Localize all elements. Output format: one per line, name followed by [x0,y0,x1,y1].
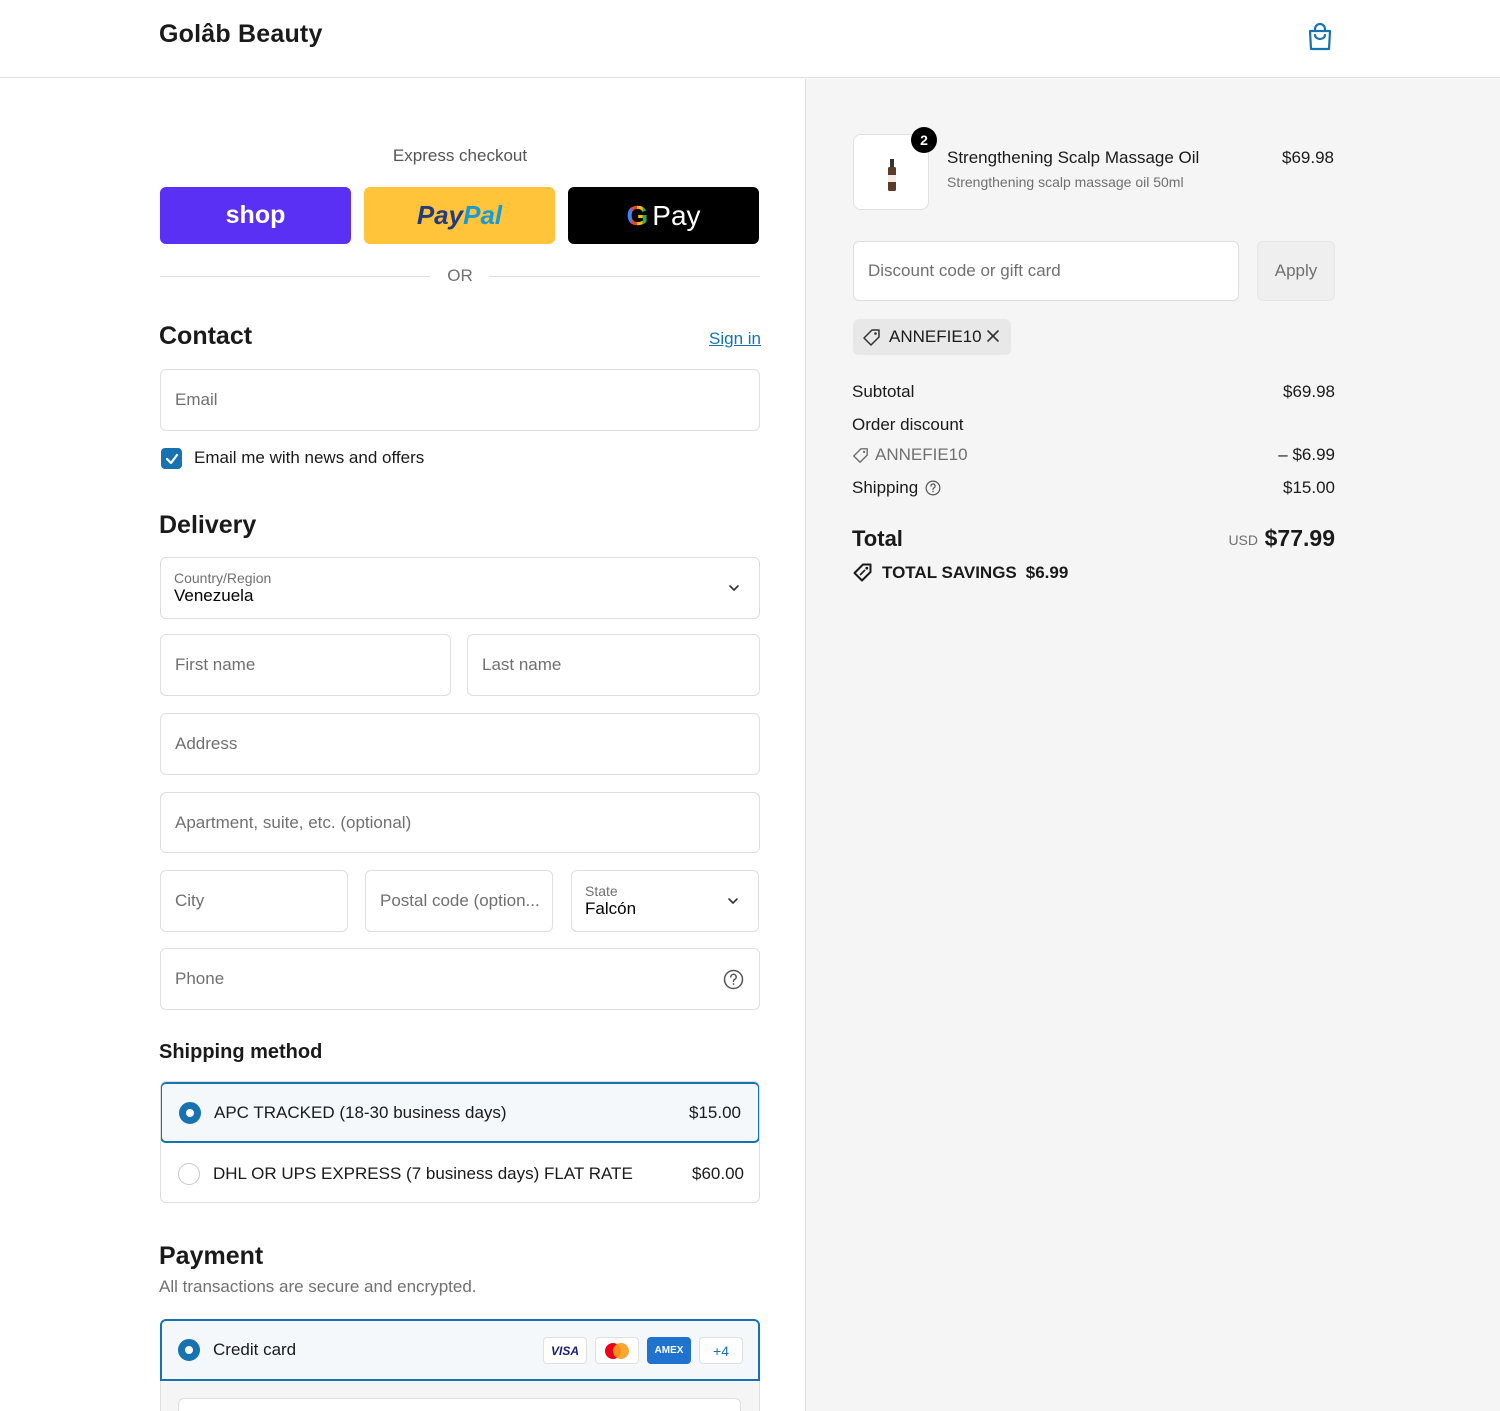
shipping-option-apc[interactable]: APC TRACKED (18-30 business days) $15.00 [161,1082,759,1143]
paypal-logo-part2: Pal [463,200,503,230]
savings-amount: $6.99 [1025,562,1069,582]
radio-unselected[interactable] [178,1162,200,1185]
contact-heading: Contact [159,322,253,350]
shipping-method-heading: Shipping method [159,1041,323,1063]
applied-code: ANNEFIE10 [889,327,982,346]
total-currency: USD [1228,532,1258,548]
brand-logo[interactable]: Golâb Beauty [159,20,323,49]
quantity-badge: 2 [911,127,937,153]
shop-pay-label: shop [225,201,286,229]
card-number-field[interactable] [178,1398,741,1411]
chevron-down-icon [729,585,739,592]
or-divider-left [160,276,430,277]
postal-code-field[interactable]: Postal code (option... [365,870,553,932]
chevron-down-icon [728,898,738,905]
state-value: Falcón [585,899,637,918]
apply-button[interactable]: Apply [1257,241,1335,301]
help-circle-icon[interactable] [925,480,941,496]
amex-icon: AMEX [647,1337,691,1364]
address-placeholder: Address [175,734,238,753]
newsletter-label: Email me with news and offers [194,448,425,467]
first-name-field[interactable]: First name [160,634,451,696]
discount-code-input[interactable]: Discount code or gift card [853,241,1239,301]
state-select[interactable]: State Falcón [571,870,759,932]
subtotal-label: Subtotal [852,382,915,401]
applied-discount-chip: ANNEFIE10 [853,319,1011,355]
phone-field[interactable]: Phone [160,948,760,1010]
shipping-option-price: $60.00 [692,1163,744,1183]
shipping-option-label: DHL OR UPS EXPRESS (7 business days) FLA… [213,1163,633,1183]
newsletter-checkbox[interactable] [161,448,182,469]
help-circle-icon[interactable] [723,969,744,990]
shopping-bag-icon[interactable] [1306,22,1334,52]
tag-icon [863,328,880,346]
tag-icon [853,447,868,463]
total-label: Total [852,526,903,551]
google-g-icon: G [626,199,649,231]
credit-card-option[interactable]: Credit card VISA AMEX +4 [160,1319,760,1381]
radio-selected[interactable] [178,1339,200,1361]
country-select[interactable]: Country/Region Venezuela [160,557,760,619]
phone-placeholder: Phone [175,969,225,988]
mastercard-icon [595,1337,639,1364]
country-label: Country/Region [174,570,272,586]
postal-code-placeholder: Postal code (option... [380,891,540,910]
radio-selected[interactable] [179,1101,201,1124]
shipping-label: Shipping [852,478,919,497]
credit-card-label: Credit card [213,1340,297,1359]
address-field[interactable]: Address [160,713,760,775]
apartment-field[interactable]: Apartment, suite, etc. (optional) [160,792,760,853]
discount-code-row: ANNEFIE10 [852,445,968,465]
first-name-placeholder: First name [175,655,256,674]
paypal-logo-part1: Pay [416,200,464,230]
shipping-row-label: Shipping [852,478,941,498]
savings-label: TOTAL SAVINGS [882,562,1017,582]
google-pay-button[interactable]: G Pay [568,187,759,244]
delivery-heading: Delivery [159,511,257,539]
city-field[interactable]: City [160,870,348,932]
shipping-options: APC TRACKED (18-30 business days) $15.00… [160,1081,760,1203]
more-cards-badge: +4 [699,1337,743,1364]
total-savings: TOTAL SAVINGS $6.99 [852,562,1068,583]
header: Golâb Beauty [0,0,1500,78]
visa-icon: VISA [543,1337,587,1364]
discount-amount: – $6.99 [1278,445,1335,464]
discount-placeholder: Discount code or gift card [868,261,1061,280]
email-placeholder: Email [175,390,218,409]
state-label: State [585,883,618,899]
product-name: Strengthening Scalp Massage Oil [947,148,1200,167]
payment-heading: Payment [159,1242,264,1270]
shipping-option-price: $15.00 [689,1102,741,1122]
discount-code-text: ANNEFIE10 [875,445,968,464]
shop-pay-button[interactable]: shop [160,187,351,244]
country-value: Venezuela [174,586,254,605]
product-price: $69.98 [1282,148,1334,167]
payment-subtitle: All transactions are secure and encrypte… [159,1277,477,1296]
product-variant: Strengthening scalp massage oil 50ml [947,174,1184,190]
last-name-placeholder: Last name [482,655,562,674]
paypal-button[interactable]: Pay Pal [364,187,555,244]
subtotal-value: $69.98 [1283,382,1335,401]
apartment-placeholder: Apartment, suite, etc. (optional) [175,812,412,832]
or-divider-right [489,276,760,277]
email-field[interactable]: Email [160,369,760,431]
close-icon[interactable] [985,328,1001,344]
shipping-option-dhl[interactable]: DHL OR UPS EXPRESS (7 business days) FLA… [161,1143,759,1202]
city-placeholder: City [175,891,205,910]
google-pay-label: Pay [652,199,701,231]
total-value: $77.99 [1264,525,1335,551]
sign-in-link[interactable]: Sign in [709,329,761,349]
order-discount-label: Order discount [852,415,964,434]
express-checkout-label: Express checkout [392,146,528,165]
checkmark-icon [165,453,178,464]
last-name-field[interactable]: Last name [467,634,760,696]
shipping-value: $15.00 [1283,478,1335,497]
savings-tag-icon [853,563,872,582]
shipping-option-label: APC TRACKED (18-30 business days) [214,1102,507,1122]
or-label: OR [447,266,473,285]
